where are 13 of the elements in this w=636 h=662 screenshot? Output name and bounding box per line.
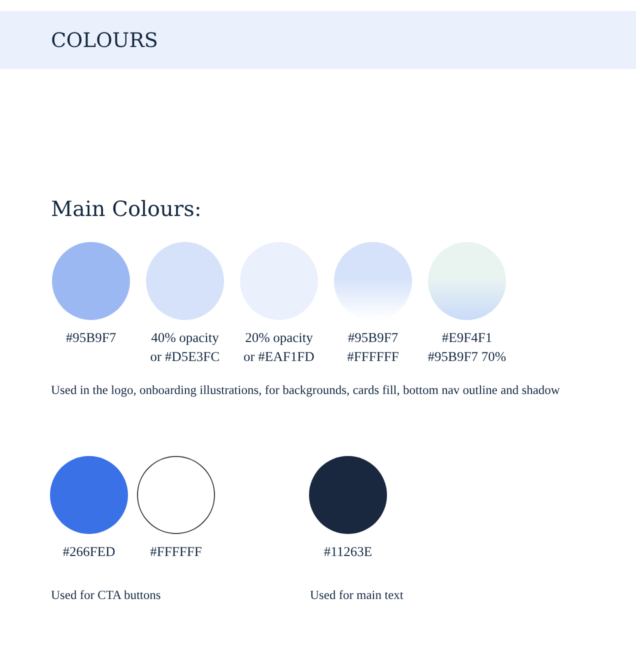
colour-code: 20% opacity or #EAF1FD: [244, 329, 314, 366]
page-title: COLOURS: [51, 28, 158, 52]
caption: Used for CTA buttons: [50, 587, 162, 603]
colour-code: 40% opacity or #D5E3FC: [150, 329, 220, 366]
colour-code: #FFFFFF: [150, 543, 202, 561]
colour-code: #95B9F7 #FFFFFF: [347, 329, 399, 366]
colour-code: #266FED: [62, 543, 116, 561]
colour-code: #11263E: [324, 543, 372, 561]
caption: Used for main text: [309, 587, 404, 603]
colour-code: #95B9F7: [66, 329, 116, 347]
colour-code: #E9F4F1 #95B9F7 70%: [428, 329, 506, 366]
section-heading: Main Colours:: [51, 196, 202, 222]
caption: Used in the logo, onboarding illustrations, for backgrounds, cards fill, bottom nav outline and shadow: [51, 382, 561, 398]
